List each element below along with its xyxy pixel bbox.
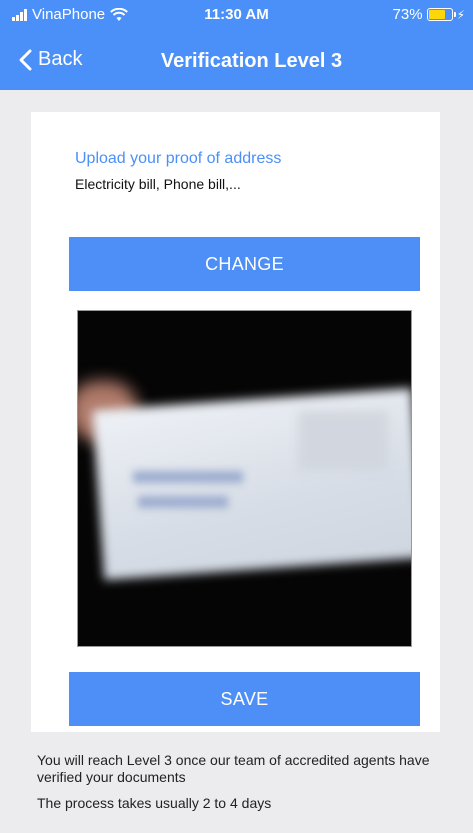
info-text-level: You will reach Level 3 once our team of … bbox=[37, 752, 430, 785]
page-title: Verification Level 3 bbox=[160, 50, 343, 72]
nav-bar: Back Verification Level 3 bbox=[0, 40, 473, 84]
document-photo[interactable] bbox=[77, 310, 412, 647]
charging-icon: ⚡ bbox=[456, 7, 465, 22]
status-bar: VinaPhone 11:30 AM 73% ⚡ bbox=[0, 0, 473, 28]
upload-title: Upload your proof of address bbox=[75, 150, 282, 167]
upload-card: Upload your proof of address Electricity… bbox=[31, 112, 440, 732]
save-button[interactable]: SAVE bbox=[69, 672, 420, 726]
change-button[interactable]: CHANGE bbox=[69, 237, 420, 291]
battery-percent: 73% bbox=[392, 6, 423, 23]
top-bar: VinaPhone 11:30 AM 73% ⚡ Back Verificati… bbox=[0, 0, 473, 90]
status-right: 73% ⚡ bbox=[393, 6, 465, 23]
battery-icon bbox=[426, 8, 456, 21]
info-text-duration: The process takes usually 2 to 4 days bbox=[37, 795, 272, 811]
upload-subtitle: Electricity bill, Phone bill,... bbox=[75, 176, 241, 192]
